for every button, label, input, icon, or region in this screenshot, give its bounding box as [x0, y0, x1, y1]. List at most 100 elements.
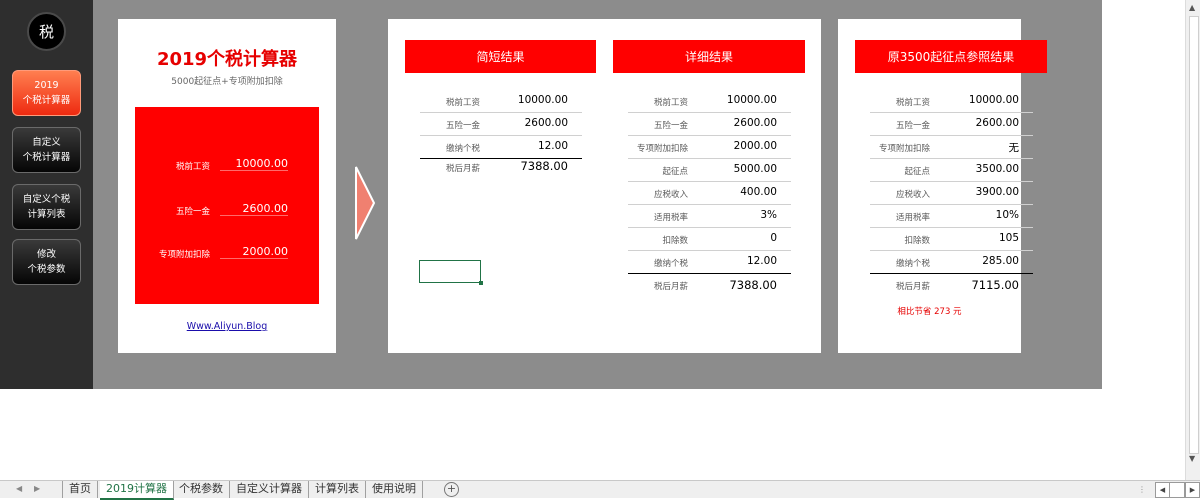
nav-2019-calculator-button[interactable]: 2019 个税计算器: [12, 70, 81, 116]
result-row: 税前工资 10000.00: [870, 90, 1033, 113]
result-value: 0: [770, 232, 777, 244]
result-value: 10000.00: [517, 94, 568, 106]
sheet-tab-bar: ◀ ▶ 首页 2019计算器 个税参数 自定义计算器 计算列表 使用说明 + ⋮…: [0, 480, 1200, 500]
result-value: 285.00: [982, 255, 1019, 267]
nav-button-line1: 自定义: [32, 137, 61, 148]
result-row: 扣除数 105: [870, 228, 1033, 251]
result-label: 税前工资: [895, 98, 930, 108]
result-row: 适用税率 3%: [628, 205, 791, 228]
result-value: 2000.00: [733, 140, 777, 152]
horizontal-scrollbar[interactable]: [1169, 482, 1185, 498]
result-label: 五险一金: [445, 121, 480, 131]
result-value: 3%: [760, 209, 777, 221]
result-value: 7388.00: [729, 278, 777, 292]
result-row: 税后月薪 7388.00: [420, 159, 582, 181]
calculator-subtitle: 5000起征点+专项附加扣除: [171, 77, 283, 87]
original-result-list: 税前工资 10000.00 五险一金 2600.00 专项附加扣除 无 起征点 3500…: [870, 90, 1033, 296]
result-value: 2600.00: [975, 117, 1019, 129]
nav-button-line1: 修改: [36, 249, 56, 260]
result-value: 12.00: [537, 140, 568, 152]
nav-button-line2: 个税计算器: [22, 152, 71, 163]
next-sheet-icon[interactable]: ▶: [34, 484, 40, 493]
result-label: 适用税率: [895, 213, 930, 223]
result-value: 3900.00: [975, 186, 1019, 198]
result-label: 缴纳个税: [895, 259, 930, 269]
result-row: 五险一金 2600.00: [628, 113, 791, 136]
input-label: 税前工资: [175, 162, 210, 172]
result-row: 税后月薪 7388.00: [628, 274, 791, 296]
deduction-input[interactable]: 2000.00: [220, 245, 288, 259]
vertical-scrollbar[interactable]: ▲ ▼: [1185, 0, 1200, 480]
arrow-right-icon: [355, 166, 375, 240]
result-label: 税后月薪: [445, 164, 480, 174]
tab-2019-calculator[interactable]: 2019计算器: [100, 481, 174, 500]
result-row: 专项附加扣除 2000.00: [628, 136, 791, 159]
input-label: 五险一金: [175, 207, 210, 217]
result-row: 税后月薪 7115.00: [870, 274, 1033, 296]
result-row: 缴纳个税 12.00: [628, 251, 791, 274]
website-link[interactable]: Www.Aliyun.Blog: [118, 321, 336, 332]
brief-result-header: 简短结果: [405, 40, 596, 73]
result-row: 专项附加扣除 无: [870, 136, 1033, 159]
scroll-thumb[interactable]: [1189, 16, 1199, 454]
result-label: 五险一金: [895, 121, 930, 131]
result-label: 税前工资: [653, 98, 688, 108]
result-row: 扣除数 0: [628, 228, 791, 251]
tab-instructions[interactable]: 使用说明: [366, 481, 423, 498]
result-label: 税后月薪: [653, 282, 688, 292]
result-row: 税前工资 10000.00: [420, 90, 582, 113]
calculator-title: 2019个税计算器: [156, 49, 298, 70]
result-value: 7388.00: [520, 159, 568, 173]
result-label: 专项附加扣除: [878, 144, 930, 154]
nav-edit-params-button[interactable]: 修改 个税参数: [12, 239, 81, 285]
insurance-input[interactable]: 2600.00: [220, 202, 288, 216]
result-value: 10000.00: [968, 94, 1019, 106]
result-row: 税前工资 10000.00: [628, 90, 791, 113]
result-row: 缴纳个税 12.00: [420, 136, 582, 159]
tab-calc-list[interactable]: 计算列表: [309, 481, 366, 498]
prev-sheet-icon[interactable]: ◀: [16, 484, 22, 493]
scroll-up-icon[interactable]: ▲: [1189, 3, 1195, 12]
result-value: 10000.00: [726, 94, 777, 106]
tab-home[interactable]: 首页: [62, 481, 98, 498]
result-value: 2600.00: [524, 117, 568, 129]
tab-tax-params[interactable]: 个税参数: [173, 481, 230, 498]
selected-cell[interactable]: [419, 260, 483, 285]
result-label: 起征点: [904, 167, 930, 177]
detail-result-list: 税前工资 10000.00 五险一金 2600.00 专项附加扣除 2000.00 起…: [628, 90, 791, 296]
result-label: 扣除数: [662, 236, 688, 246]
nav-button-line1: 自定义个税: [22, 194, 71, 205]
result-label: 应税收入: [653, 190, 688, 200]
result-value: 10%: [995, 209, 1019, 221]
result-value: 5000.00: [733, 163, 777, 175]
tax-logo-icon: 税: [27, 12, 66, 51]
nav-custom-list-button[interactable]: 自定义个税 计算列表: [12, 184, 81, 230]
scroll-right-icon[interactable]: ▶: [1185, 482, 1200, 498]
scroll-down-icon[interactable]: ▼: [1189, 454, 1195, 463]
result-value: 400.00: [740, 186, 777, 198]
add-sheet-icon[interactable]: +: [444, 482, 459, 497]
input-row-deduction: 专项附加扣除 2000.00: [140, 245, 290, 263]
detail-result-header: 详细结果: [613, 40, 805, 73]
brief-result-list: 税前工资 10000.00 五险一金 2600.00 缴纳个税 12.00 税后…: [420, 90, 582, 181]
salary-input[interactable]: 10000.00: [220, 157, 288, 171]
result-row: 缴纳个税 285.00: [870, 251, 1033, 274]
saving-note: 相比节省 273 元: [897, 307, 962, 317]
result-value: 105: [998, 232, 1019, 244]
result-row: 应税收入 400.00: [628, 182, 791, 205]
result-label: 缴纳个税: [653, 259, 688, 269]
result-row: 起征点 5000.00: [628, 159, 791, 182]
result-row: 应税收入 3900.00: [870, 182, 1033, 205]
tab-custom-calculator[interactable]: 自定义计算器: [230, 481, 309, 498]
result-value: 7115.00: [971, 278, 1019, 292]
scroll-left-icon[interactable]: ◀: [1155, 482, 1170, 498]
splitter-icon[interactable]: ⋮: [1138, 485, 1146, 494]
result-row: 五险一金 2600.00: [870, 113, 1033, 136]
result-value: 12.00: [746, 255, 777, 267]
input-row-insurance: 五险一金 2600.00: [140, 202, 290, 220]
nav-custom-calculator-button[interactable]: 自定义 个税计算器: [12, 127, 81, 173]
result-label: 适用税率: [653, 213, 688, 223]
nav-button-line2: 计算列表: [27, 209, 66, 220]
result-value: 无: [1008, 142, 1020, 154]
result-row: 五险一金 2600.00: [420, 113, 582, 136]
